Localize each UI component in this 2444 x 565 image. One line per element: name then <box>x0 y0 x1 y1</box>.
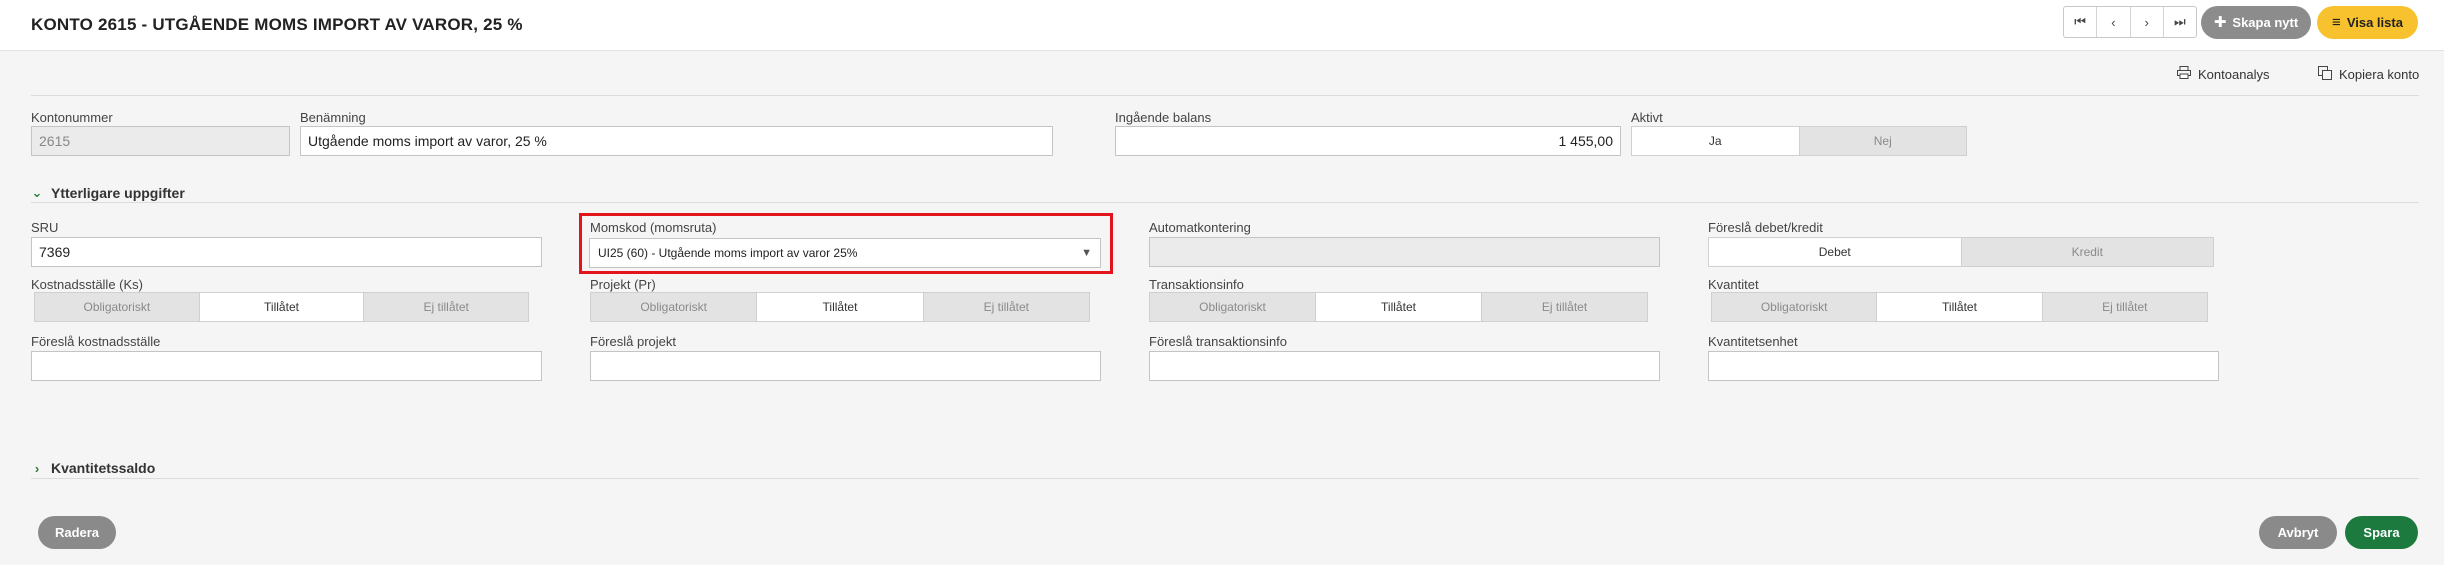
projekt-label: Projekt (Pr) <box>590 277 656 292</box>
chevron-right-icon: › <box>34 460 40 476</box>
copy-account-label: Kopiera konto <box>2339 67 2420 82</box>
aktivt-label: Aktivt <box>1631 110 1663 125</box>
transaktionsinfo-label: Transaktionsinfo <box>1149 277 1244 292</box>
kv-ej-tillatet-option[interactable]: Ej tillåtet <box>2042 293 2207 321</box>
chevron-right-icon: › <box>2144 14 2149 30</box>
divider <box>31 95 2419 96</box>
ti-ej-tillatet-option[interactable]: Ej tillåtet <box>1482 293 1647 321</box>
show-list-button[interactable]: ≡ Visa lista <box>2317 6 2418 39</box>
first-record-button[interactable]: ⏮ <box>2064 7 2098 37</box>
plus-icon: ✚ <box>2213 14 2227 31</box>
kvantitetsenhet-field[interactable] <box>1708 351 2219 381</box>
copy-icon <box>2318 66 2332 83</box>
foresla-transaktionsinfo-label: Föreslå transaktionsinfo <box>1149 334 1288 349</box>
automatkontering-field[interactable] <box>1149 237 1660 267</box>
aktivt-nej-option[interactable]: Nej <box>1799 127 1966 155</box>
automatkontering-label: Automatkontering <box>1149 220 1251 235</box>
previous-record-button[interactable]: ‹ <box>2097 7 2131 37</box>
delete-button[interactable]: Radera <box>38 516 116 549</box>
kvantitet-label: Kvantitet <box>1708 277 1759 292</box>
ingaende-balans-label: Ingående balans <box>1115 110 1212 125</box>
ingaende-balans-field[interactable]: 1 455,00 <box>1115 126 1621 156</box>
kv-obligatoriskt-option[interactable]: Obligatoriskt <box>1712 293 1878 321</box>
kvantitetsenhet-label: Kvantitetsenhet <box>1708 334 1798 349</box>
divider <box>31 202 2419 203</box>
save-button[interactable]: Spara <box>2345 516 2418 549</box>
list-icon: ≡ <box>2332 14 2341 31</box>
highlight-box <box>579 213 1113 274</box>
printer-icon <box>2177 66 2191 82</box>
pr-ej-tillatet-option[interactable]: Ej tillåtet <box>923 293 1089 321</box>
debet-kredit-label: Föreslå debet/kredit <box>1708 220 1823 235</box>
transaktionsinfo-toggle: Obligatoriskt Tillåtet Ej tillåtet <box>1149 292 1648 322</box>
record-navigation: ⏮ ‹ › ⏭ <box>2063 6 2197 38</box>
ti-tillatet-option[interactable]: Tillåtet <box>1316 293 1482 321</box>
pr-obligatoriskt-option[interactable]: Obligatoriskt <box>591 293 758 321</box>
ytterligare-uppgifter-toggle[interactable]: ⌄ Ytterligare uppgifter <box>31 185 185 201</box>
cancel-button[interactable]: Avbryt <box>2259 516 2337 549</box>
first-icon: ⏮ <box>2074 14 2086 29</box>
create-new-label: Skapa nytt <box>2232 15 2299 30</box>
foresla-transaktionsinfo-field[interactable] <box>1149 351 1660 381</box>
copy-account-link[interactable]: Kopiera konto <box>2318 66 2419 83</box>
kvantitetssaldo-title: Kvantitetssaldo <box>51 460 156 476</box>
ti-obligatoriskt-option[interactable]: Obligatoriskt <box>1150 293 1316 321</box>
debet-kredit-toggle: Debet Kredit <box>1708 237 2214 267</box>
benamning-field[interactable]: Utgående moms import av varor, 25 % <box>300 126 1053 156</box>
sru-label: SRU <box>31 220 59 235</box>
foresla-projekt-label: Föreslå projekt <box>590 334 676 349</box>
pr-tillatet-option[interactable]: Tillåtet <box>757 293 924 321</box>
kredit-option[interactable]: Kredit <box>1961 238 2213 266</box>
foresla-kostnadsstalle-label: Föreslå kostnadsställe <box>31 334 161 349</box>
page-title: KONTO 2615 - UTGÅENDE MOMS IMPORT AV VAR… <box>31 15 523 34</box>
chevron-left-icon: ‹ <box>2111 14 2116 30</box>
kontoanalys-label: Kontoanalys <box>2198 66 2270 82</box>
kontonummer-label: Kontonummer <box>31 110 113 125</box>
aktivt-ja-option[interactable]: Ja <box>1632 127 1800 155</box>
ks-tillatet-option[interactable]: Tillåtet <box>199 293 365 321</box>
kostnadsstalle-toggle: Obligatoriskt Tillåtet Ej tillåtet <box>34 292 529 322</box>
sru-field[interactable]: 7369 <box>31 237 542 267</box>
kontonummer-field[interactable]: 2615 <box>31 126 290 156</box>
chevron-down-icon: ⌄ <box>31 185 43 200</box>
divider <box>31 478 2419 479</box>
ks-obligatoriskt-option[interactable]: Obligatoriskt <box>35 293 200 321</box>
projekt-toggle: Obligatoriskt Tillåtet Ej tillåtet <box>590 292 1090 322</box>
last-icon: ⏭ <box>2174 14 2186 29</box>
debet-option[interactable]: Debet <box>1709 238 1962 266</box>
aktivt-toggle: Ja Nej <box>1631 126 1967 156</box>
ks-ej-tillatet-option[interactable]: Ej tillåtet <box>364 293 529 321</box>
show-list-label: Visa lista <box>2346 15 2403 30</box>
foresla-kostnadsstalle-field[interactable] <box>31 351 542 381</box>
kontoanalys-link[interactable]: Kontoanalys <box>2177 66 2270 82</box>
ytterligare-uppgifter-title: Ytterligare uppgifter <box>51 185 185 201</box>
top-bar: KONTO 2615 - UTGÅENDE MOMS IMPORT AV VAR… <box>0 0 2444 51</box>
last-record-button[interactable]: ⏭ <box>2164 7 2196 37</box>
kv-tillatet-option[interactable]: Tillåtet <box>1877 293 2043 321</box>
foresla-projekt-field[interactable] <box>590 351 1101 381</box>
benamning-label: Benämning <box>300 110 366 125</box>
kostnadsstalle-label: Kostnadsställe (Ks) <box>31 277 143 292</box>
create-new-button[interactable]: ✚ Skapa nytt <box>2201 6 2311 39</box>
next-record-button[interactable]: › <box>2131 7 2164 37</box>
kvantitet-toggle: Obligatoriskt Tillåtet Ej tillåtet <box>1711 292 2208 322</box>
kvantitetssaldo-toggle[interactable]: › Kvantitetssaldo <box>31 460 155 476</box>
